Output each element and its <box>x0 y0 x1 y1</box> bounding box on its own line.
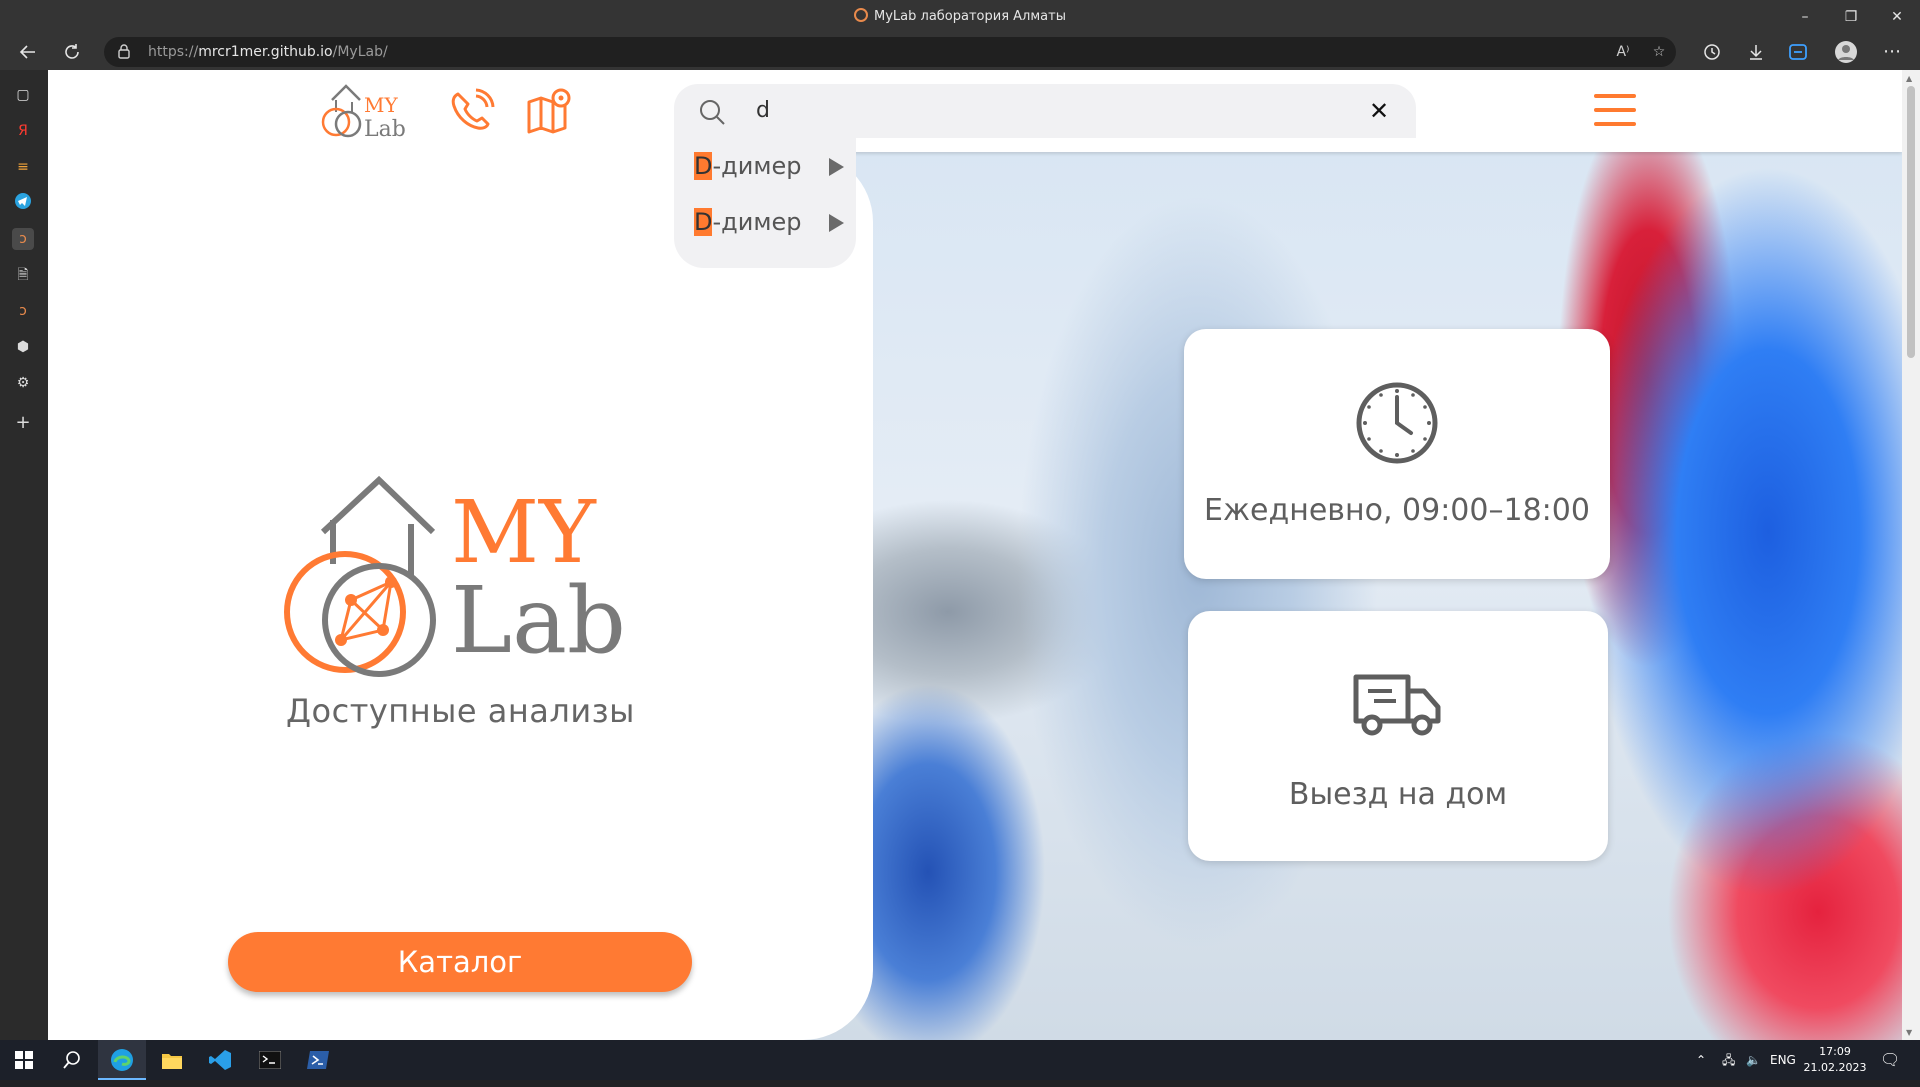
history-button[interactable] <box>1696 36 1728 68</box>
home-visit-text: Выезд на дом <box>1288 777 1508 812</box>
scroll-up-arrow-icon[interactable]: ▲ <box>1906 74 1916 83</box>
telegram-icon[interactable] <box>12 192 34 214</box>
scroll-down-arrow-icon[interactable]: ▼ <box>1906 1028 1916 1037</box>
taskbar-vscode[interactable] <box>196 1040 244 1080</box>
search-suggestions: D-димер D-димер <box>674 138 856 268</box>
header-logo-lab: Lab <box>364 117 406 140</box>
map-icon[interactable] <box>526 88 574 134</box>
taskbar-search-button[interactable] <box>48 1040 96 1080</box>
page-viewport: MY Lab MY Lab Доступные анализы Каталог … <box>48 70 1902 1040</box>
suggestion-highlight: D <box>694 208 713 236</box>
scroll-thumb[interactable] <box>1907 86 1915 358</box>
suggestion-item[interactable]: D-димер <box>694 208 844 244</box>
refresh-button[interactable] <box>56 36 88 68</box>
minimize-button[interactable]: – <box>1782 0 1828 34</box>
suggestion-text: -димер <box>712 208 802 236</box>
more-options-button[interactable]: ⋯ <box>1876 36 1908 68</box>
edge-sidebar: ▢ Я ≡ ↄ 🗎 ↄ ⬢ ⚙ + <box>0 70 48 1040</box>
read-aloud-icon[interactable]: A⁾ <box>1612 41 1634 63</box>
header-logo[interactable]: MY Lab <box>314 82 416 140</box>
windows-taskbar: ⌃ 🖧 🔈 ENG 17:09 21.02.2023 🗨 <box>0 1040 1920 1080</box>
refresh-icon <box>65 44 79 59</box>
hours-text: Ежедневно, 09:00–18:00 <box>1204 493 1590 528</box>
notifications-icon[interactable]: 🗨 <box>1880 1040 1900 1080</box>
taskbar-file-explorer[interactable] <box>148 1040 196 1080</box>
search-box[interactable]: d ✕ <box>674 84 1416 138</box>
url-prefix: https:// <box>148 44 199 60</box>
browser-toolbar: https://mrcr1mer.github.io/MyLab/ A⁾ ☆ ⋯ <box>0 34 1920 70</box>
avatar-icon <box>1835 41 1857 63</box>
window-title: MyLab лаборатория Алматы <box>0 8 1920 24</box>
restore-button[interactable]: ❐ <box>1828 0 1874 34</box>
taskbar-terminal[interactable] <box>246 1040 294 1080</box>
delivery-truck-icon <box>1353 674 1441 736</box>
hero-left-panel: MY Lab Доступные анализы <box>48 152 873 1040</box>
tray-chevron-icon[interactable]: ⌃ <box>1696 1040 1706 1080</box>
play-arrow-icon <box>829 158 844 176</box>
url-path: /MyLab/ <box>332 44 388 60</box>
clock-icon <box>1356 382 1438 464</box>
close-window-button[interactable]: ✕ <box>1874 0 1920 34</box>
start-button[interactable] <box>0 1040 48 1080</box>
suggestion-highlight: D <box>694 152 713 180</box>
windows-logo-icon <box>15 1051 33 1069</box>
url-text: https://mrcr1mer.github.io/MyLab/ <box>148 44 388 60</box>
site-favicon-icon <box>854 8 869 22</box>
mylab-logo: MY Lab <box>284 475 626 677</box>
history-icon <box>1704 44 1720 60</box>
suggestion-item[interactable]: D-димер <box>694 152 844 188</box>
folder-icon <box>162 1054 182 1069</box>
taskbar-powershell[interactable] <box>294 1040 342 1080</box>
edge-browser-icon <box>111 1049 133 1071</box>
clock-time: 17:09 <box>1819 1045 1851 1058</box>
downloads-button[interactable] <box>1740 36 1772 68</box>
volume-icon[interactable]: 🔈 <box>1746 1040 1761 1080</box>
home-visit-card: Выезд на дом <box>1188 611 1608 861</box>
add-sidebar-icon[interactable]: + <box>12 412 34 434</box>
search-icon <box>63 1051 80 1069</box>
back-button[interactable] <box>12 36 44 68</box>
language-indicator[interactable]: ENG <box>1770 1040 1796 1080</box>
stack-overflow-icon[interactable]: ≡ <box>12 156 34 178</box>
add-favorite-icon[interactable]: ☆ <box>1648 41 1670 63</box>
back-arrow-icon <box>19 45 35 59</box>
edge-collections-icon <box>1789 44 1807 60</box>
catalog-button[interactable]: Каталог <box>228 932 692 992</box>
play-arrow-icon <box>829 214 844 232</box>
search-icon <box>700 100 725 125</box>
window-titlebar: MyLab лаборатория Алматы – ❐ ✕ <box>0 0 1920 34</box>
logo-lab-text: Lab <box>451 567 626 674</box>
url-host: mrcr1mer.github.io <box>198 44 333 60</box>
collections-button[interactable] <box>1782 36 1814 68</box>
hamburger-menu-icon[interactable] <box>1594 94 1636 128</box>
window-title-text: MyLab лаборатория Алматы <box>874 9 1066 24</box>
vscode-icon <box>209 1050 231 1070</box>
header-logo-my: MY <box>364 93 398 117</box>
hours-card: Ежедневно, 09:00–18:00 <box>1184 329 1610 579</box>
mylab-tab-icon-2[interactable]: ↄ <box>12 300 34 322</box>
cube-icon[interactable]: ⬢ <box>12 336 34 358</box>
mylab-tab-icon[interactable]: ↄ <box>12 228 34 250</box>
tab-actions-icon[interactable]: ▢ <box>12 84 34 106</box>
document-icon[interactable]: 🗎 <box>12 264 34 286</box>
download-icon <box>1750 45 1762 60</box>
yandex-icon[interactable]: Я <box>12 120 34 142</box>
suggestion-text: -димер <box>712 152 802 180</box>
clear-search-icon[interactable]: ✕ <box>1364 96 1394 126</box>
phone-icon[interactable] <box>448 88 496 134</box>
taskbar-clock[interactable]: 17:09 21.02.2023 <box>1800 1044 1870 1076</box>
clock-date: 21.02.2023 <box>1803 1061 1867 1074</box>
terminal-icon <box>258 1050 282 1070</box>
available-tests-subtitle: Доступные анализы <box>286 692 635 730</box>
search-input[interactable]: d <box>756 98 770 123</box>
network-icon[interactable]: 🖧 <box>1722 1040 1735 1080</box>
powershell-icon <box>307 1051 329 1069</box>
page-scrollbar[interactable]: ▲ ▼ <box>1902 70 1920 1040</box>
settings-gear-icon[interactable]: ⚙ <box>12 372 34 394</box>
lock-icon <box>118 44 130 59</box>
taskbar-edge[interactable] <box>98 1040 146 1080</box>
address-bar[interactable]: https://mrcr1mer.github.io/MyLab/ A⁾ ☆ <box>104 37 1676 67</box>
profile-button[interactable] <box>1830 36 1862 68</box>
